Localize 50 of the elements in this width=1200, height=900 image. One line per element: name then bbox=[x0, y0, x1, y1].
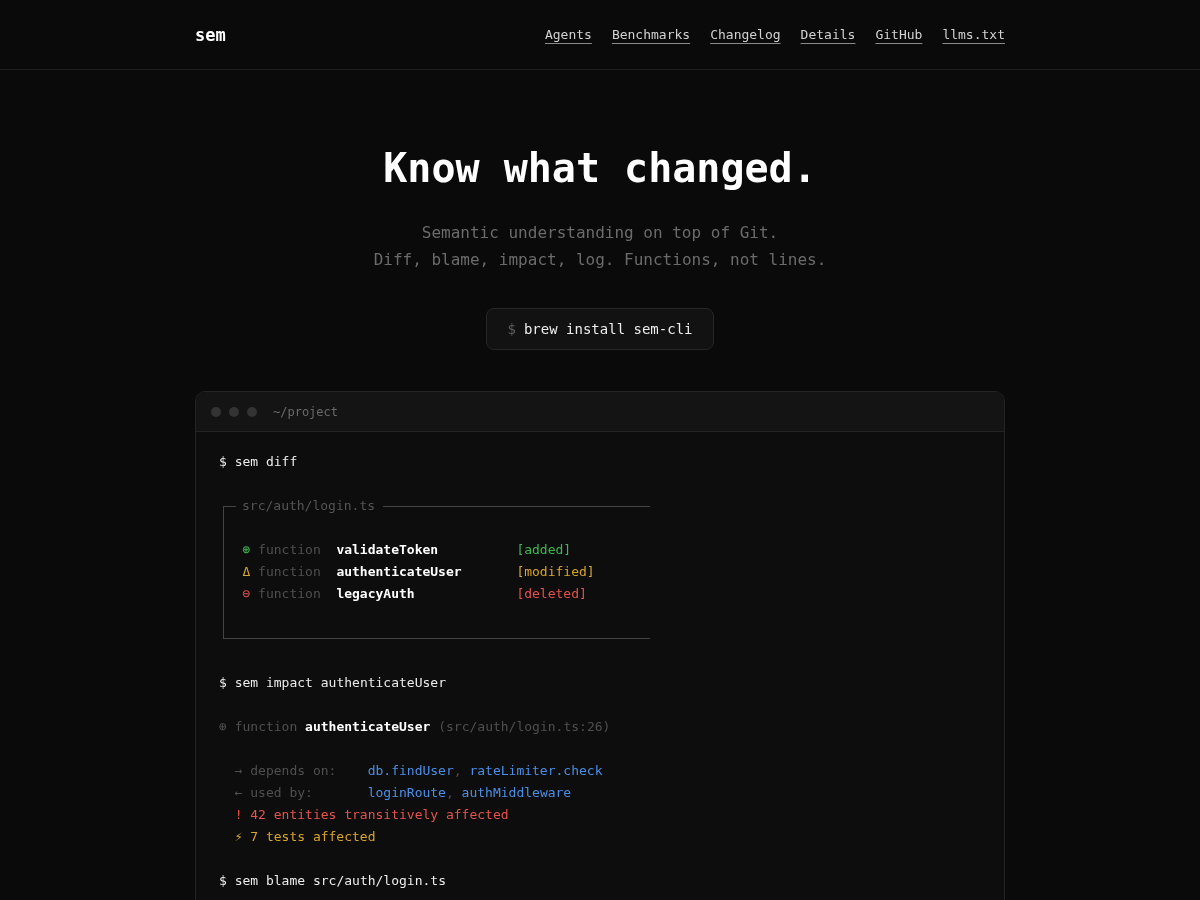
arrow-symbol: → bbox=[234, 762, 244, 780]
window-dot-icon bbox=[247, 406, 257, 417]
list-separator: , bbox=[445, 784, 455, 802]
alert-symbol: ⚡ bbox=[234, 828, 244, 846]
function-name: legacyAuth bbox=[336, 585, 416, 603]
function-name: authenticateUser bbox=[305, 719, 431, 734]
source-location: (src/auth/login.ts:26) bbox=[438, 719, 611, 734]
change-status: [added] bbox=[516, 541, 573, 559]
nav-link[interactable]: GitHub bbox=[875, 27, 923, 42]
alert-text: 42 entities transitively affected bbox=[250, 806, 510, 824]
function-name: validateToken bbox=[336, 541, 440, 559]
nav-link[interactable]: llms.txt bbox=[942, 27, 1005, 42]
function-name: authenticateUser bbox=[336, 563, 463, 581]
entity-type: function bbox=[258, 585, 322, 603]
hero-subtitle: Semantic understanding on top of Git. bbox=[421, 222, 779, 244]
arrow-symbol: ← bbox=[234, 784, 244, 802]
relation-label: used by: bbox=[250, 784, 314, 802]
command-line: $ sem diff bbox=[219, 453, 299, 471]
entity-type: function bbox=[234, 719, 298, 734]
prompt-symbol: $ bbox=[507, 321, 516, 337]
nav-link[interactable]: Agents bbox=[544, 27, 592, 42]
nav-link[interactable]: Benchmarks bbox=[611, 27, 691, 42]
window-dot-icon bbox=[211, 406, 221, 417]
command-line: $ sem impact authenticateUser bbox=[219, 674, 447, 692]
entity-symbol: ⊕ bbox=[219, 719, 227, 734]
entity-reference: rateLimiter.check bbox=[469, 762, 603, 780]
hero-subtitle: Diff, blame, impact, log. Functions, not lines. bbox=[373, 249, 827, 271]
window-dot-icon bbox=[229, 406, 239, 417]
terminal-title: ~/project bbox=[273, 404, 339, 419]
change-symbol: ⊖ bbox=[242, 585, 252, 603]
command-line: $ sem blame src/auth/login.ts bbox=[219, 872, 447, 890]
entity-type: function bbox=[258, 563, 322, 581]
install-command: brew install sem-cli bbox=[523, 321, 693, 337]
alert-symbol: ! bbox=[234, 806, 244, 824]
entity-type: function bbox=[258, 541, 322, 559]
list-separator: , bbox=[453, 762, 463, 780]
change-symbol: ⊕ bbox=[242, 541, 252, 559]
file-path: src/auth/login.ts bbox=[242, 497, 376, 515]
hero-title: Know what changed. bbox=[383, 144, 817, 192]
entity-reference: authMiddleware bbox=[461, 784, 572, 802]
alert-text: 7 tests affected bbox=[250, 828, 377, 846]
entity-reference: loginRoute bbox=[367, 784, 446, 802]
relation-label: depends on: bbox=[250, 762, 338, 780]
nav-link[interactable]: Changelog bbox=[710, 27, 781, 42]
entity-reference: db.findUser bbox=[367, 762, 454, 780]
change-status: [modified] bbox=[516, 563, 596, 581]
change-symbol: Δ bbox=[242, 563, 252, 581]
site-logo[interactable]: sem bbox=[195, 24, 226, 45]
change-status: [deleted] bbox=[516, 585, 588, 603]
nav-link[interactable]: Details bbox=[800, 27, 856, 42]
